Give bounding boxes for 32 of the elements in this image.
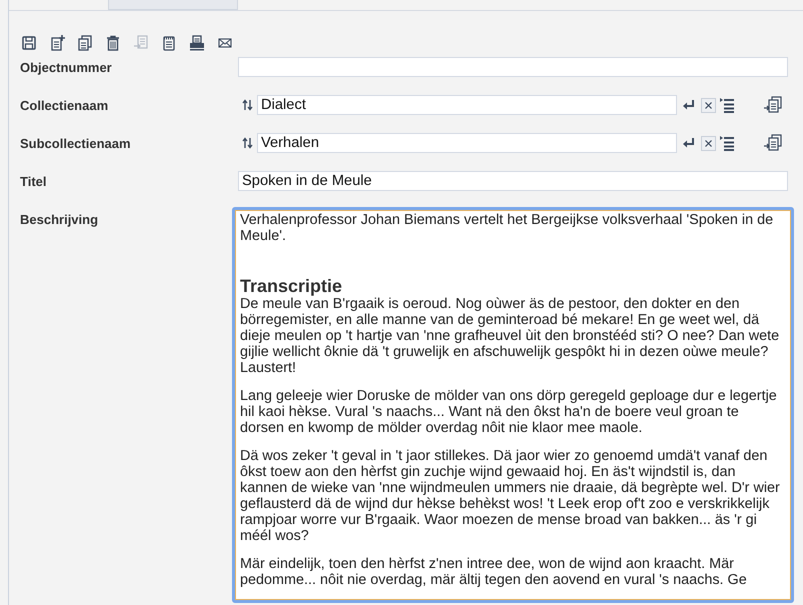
printer-icon[interactable] — [189, 35, 205, 51]
copy-arrow-icon[interactable] — [764, 96, 782, 114]
field-label: Subcollectienaam — [20, 135, 132, 151]
text-editor[interactable] — [232, 207, 794, 603]
field-label: Collectienaam — [20, 97, 110, 113]
return-arrow-icon[interactable] — [683, 100, 695, 110]
notepad-icon[interactable] — [161, 35, 177, 51]
clear-icon[interactable] — [701, 136, 716, 150]
input-field[interactable] — [238, 57, 788, 77]
list-icon[interactable] — [720, 97, 734, 113]
input-field[interactable]: Spoken in de Meule — [238, 171, 788, 191]
trash-icon[interactable] — [105, 35, 121, 51]
list-icon[interactable] — [720, 135, 734, 151]
heading: Transcriptie — [240, 276, 344, 296]
copy-icon[interactable] — [77, 35, 93, 51]
paragraph: Lang geleeje wier Doruske de mölder van ons dörp geregeld geploage dur e legertje hil kaoi hèkse. Vural 's naachs... Want nä den ôkst ha'n de boere veul groan te dorsen en kwomp de mölder overdag nôit nie klaor mee maole. — [240, 388, 778, 436]
paragraph: Mär eindelijk, toen den hèrfst z'nen intree dee, won de wijnd aon kraacht. Mär pedomme... nôit nie overdag, mär ältij tegen den aovend en vural 's naachs. Ge — [240, 556, 748, 588]
new-document-icon[interactable] — [49, 35, 65, 51]
sort-arrows-icon[interactable] — [242, 137, 253, 149]
return-arrow-icon[interactable] — [683, 138, 695, 148]
sort-arrows-icon[interactable] — [242, 99, 253, 111]
clear-icon[interactable] — [701, 98, 716, 112]
save-icon[interactable] — [21, 35, 37, 51]
input-field[interactable]: Dialect — [257, 95, 677, 115]
paragraph: De meule van B'rgaaik is oeroud. Nog oùwer äs de pestoor, den dokter en den börregemister, en alle manne van de geminteroad bé mekare! En ge weet wel, dä dieje meulen op 't hartje van 'nne grafheuvel ùit den bronstééd sti? O nee? Dan wete gijlie wellicht ôknie dä 't gruwelijk en afschuwelijk gespôkt hi in dezen oùwe meule? Laustert! — [240, 296, 780, 376]
field-label: Beschrijving — [20, 211, 100, 227]
input-field[interactable]: Verhalen — [257, 133, 677, 153]
paragraph: Verhalenprofessor Johan Biemans vertelt het Bergeijkse volksverhaal 'Spoken in de Meule'. — [240, 212, 774, 244]
copy-arrow-icon[interactable] — [764, 134, 782, 152]
field-label: Objectnummer — [20, 59, 113, 75]
paragraph: Dä wos zeker 't geval in 't jaor stillekes. Dä jaor wier zo genoemd umdä't vanaf den ôkst toew aon den hèrfst gin zuchje wijnd gewaaid hoj. En äs't wijndstil is, dan kannen de wieke van 'nne wijndmeulen ummers nie draaie, dä begrèpte wel. D'r wier geflausterd dä de wijnd dur hèkse behèkst wos! 't Leek erop of't zoo e verskrikkelijk rampjoar worre vur B'rgaaik. Waor moezen de mense broad van bakken... äs 'r gi méél wos? — [240, 448, 781, 544]
field-label: Titel — [20, 173, 48, 189]
